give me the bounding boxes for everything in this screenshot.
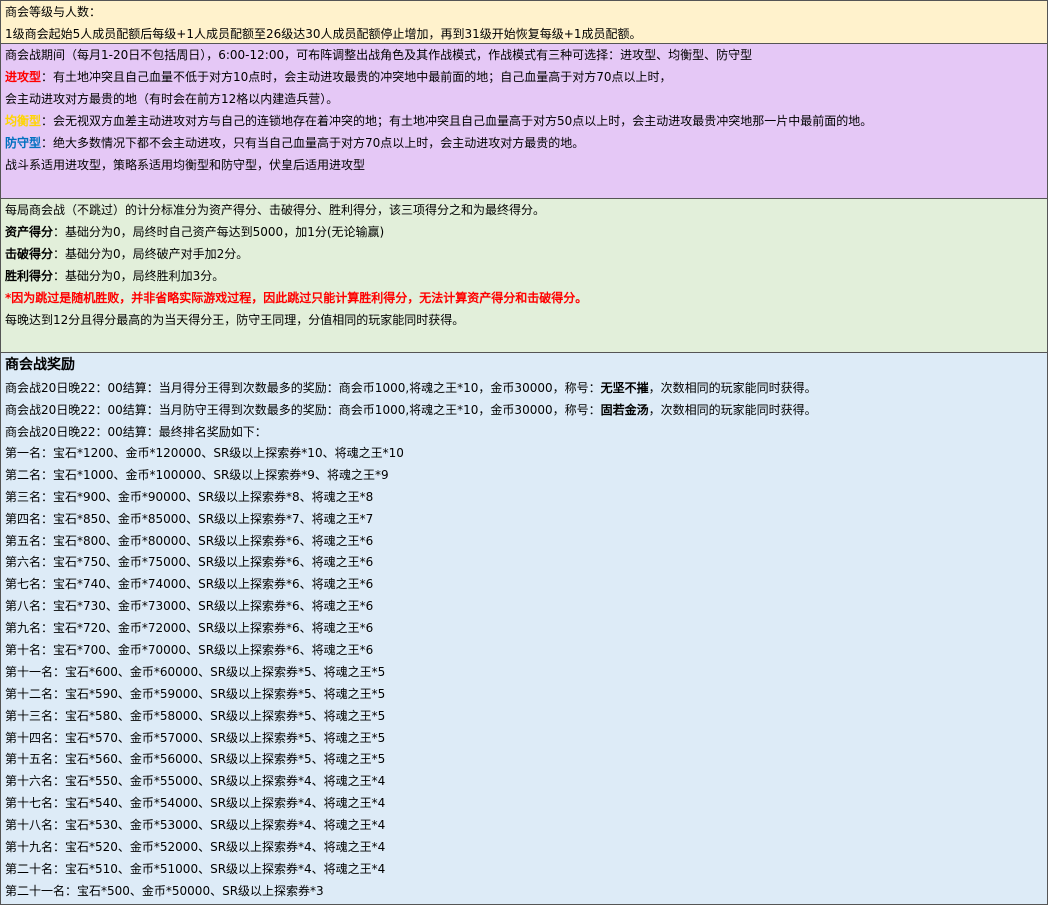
win-score-line: 胜利得分：基础分为0，局终胜利加3分。 (5, 265, 1043, 287)
rank-reward-row: 第十八名：宝石*530、金币*53000、SR级以上探索券*4、将魂之王*4 (5, 818, 386, 833)
balance-mode-line: 均衡型：会无视双方血差主动进攻对方与自己的连锁地存在着冲突的地；有土地冲突且自己… (5, 110, 1043, 132)
guild-level-heading: 商会等级与人数： (5, 5, 102, 19)
rank-reward-row: 第十一名：宝石*600、金币*60000、SR级以上探索券*5、将魂之王*5 (5, 664, 386, 679)
scoring-intro: 每局商会战（不跳过）的计分标准分为资产得分、击破得分、胜利得分，该三项得分之和为… (5, 203, 546, 217)
guild-level-section: 商会等级与人数： 1级商会起始5人成员配额后每级+1人成员配额至26级达30人成… (0, 0, 1048, 44)
defense-mode-label: 防守型 (5, 136, 42, 150)
score-king-reward: 商会战20日晚22：00结算：当月得分王得到次数最多的奖励：商会币1000,将魂… (5, 377, 1043, 399)
rewards-section: 商会战奖励 商会战20日晚22：00结算：当月得分王得到次数最多的奖励：商会币1… (0, 352, 1048, 905)
defense-king-reward-tail: ，次数相同的玩家能同时获得。 (648, 403, 817, 417)
defense-mode-text: ：绝大多数情况下都不会主动进攻，只有当自己血量高于对方70点以上时，会主动进攻对… (41, 136, 585, 150)
rewards-title: 商会战奖励 (5, 357, 75, 373)
break-score-text: ：基础分为0，局终破产对手加2分。 (53, 247, 249, 261)
mode-recommendation: 战斗系适用进攻型，策略系适用均衡型和防守型，伏皇后适用进攻型 (5, 158, 366, 172)
skip-warning: *因为跳过是随机胜败，并非省略实际游戏过程，因此跳过只能计算胜利得分，无法计算资… (5, 291, 588, 305)
rank-reward-row: 第四名：宝石*850、金币*85000、SR级以上探索券*7、将魂之王*7 (5, 511, 374, 526)
document-sheet: 商会等级与人数： 1级商会起始5人成员配额后每级+1人成员配额至26级达30人成… (0, 0, 1048, 905)
rank-reward-row: 第十四名：宝石*570、金币*57000、SR级以上探索券*5、将魂之王*5 (5, 730, 386, 745)
rank-reward-row: 第十名：宝石*700、金币*70000、SR级以上探索券*6、将魂之王*6 (5, 643, 374, 658)
rank-reward-row: 第六名：宝石*750、金币*75000、SR级以上探索券*6、将魂之王*6 (5, 555, 374, 570)
rank-reward-row: 第十二名：宝石*590、金币*59000、SR级以上探索券*5、将魂之王*5 (5, 686, 386, 701)
rank-reward-row: 第三名：宝石*900、金币*90000、SR级以上探索券*8、将魂之王*8 (5, 489, 374, 504)
break-score-label: 击破得分 (5, 247, 54, 261)
rank-reward-row: 第十九名：宝石*520、金币*52000、SR级以上探索券*4、将魂之王*4 (5, 840, 386, 855)
rank-reward-row: 第十七名：宝石*540、金币*54000、SR级以上探索券*4、将魂之王*4 (5, 796, 386, 811)
defense-mode-line: 防守型：绝大多数情况下都不会主动进攻，只有当自己血量高于对方70点以上时，会主动… (5, 132, 1043, 154)
break-score-line: 击破得分：基础分为0，局终破产对手加2分。 (5, 243, 1043, 265)
score-king-reward-tail: ，次数相同的玩家能同时获得。 (648, 381, 817, 395)
rank-reward-row: 第五名：宝石*800、金币*80000、SR级以上探索券*6、将魂之王*6 (5, 533, 374, 548)
balance-mode-text: ：会无视双方血差主动进攻对方与自己的连锁地存在着冲突的地；有土地冲突且自己血量高… (41, 114, 873, 128)
battle-period-text: 商会战期间（每月1-20日不包括周日），6:00-12:00，可布阵调整出战角色… (5, 48, 753, 62)
battle-mode-section: 商会战期间（每月1-20日不包括周日），6:00-12:00，可布阵调整出战角色… (0, 43, 1048, 199)
rank-reward-row: 第七名：宝石*740、金币*74000、SR级以上探索券*6、将魂之王*6 (5, 577, 374, 592)
score-king-reward-text: 商会战20日晚22：00结算：当月得分王得到次数最多的奖励：商会币1000,将魂… (5, 381, 601, 395)
rank-reward-row: 第九名：宝石*720、金币*72000、SR级以上探索券*6、将魂之王*6 (5, 621, 374, 636)
rank-reward-row: 第二十名：宝石*510、金币*51000、SR级以上探索券*4、将魂之王*4 (5, 861, 386, 876)
asset-score-label: 资产得分 (5, 225, 54, 239)
rank-reward-row: 第十三名：宝石*580、金币*58000、SR级以上探索券*5、将魂之王*5 (5, 708, 386, 723)
defense-king-title: 固若金汤 (600, 403, 649, 417)
attack-mode-line-2: 会主动进攻对方最贵的地（有时会在前方12格以内建造兵营）。 (5, 92, 339, 106)
score-king-title: 无坚不摧 (600, 381, 649, 395)
defense-king-reward-text: 商会战20日晚22：00结算：当月防守王得到次数最多的奖励：商会币1000,将魂… (5, 403, 601, 417)
balance-mode-label: 均衡型 (5, 114, 42, 128)
daily-king-rule: 每晚达到12分且得分最高的为当天得分王，防守王同理，分值相同的玩家能同时获得。 (5, 313, 465, 327)
defense-king-reward: 商会战20日晚22：00结算：当月防守王得到次数最多的奖励：商会币1000,将魂… (5, 399, 1043, 421)
rank-reward-row: 第二名：宝石*1000、金币*100000、SR级以上探索券*9、将魂之王*9 (5, 467, 389, 482)
scoring-section: 每局商会战（不跳过）的计分标准分为资产得分、击破得分、胜利得分，该三项得分之和为… (0, 198, 1048, 353)
win-score-text: ：基础分为0，局终胜利加3分。 (53, 269, 225, 283)
attack-mode-label: 进攻型 (5, 70, 42, 84)
attack-mode-text: ：有土地冲突且自己血量不低于对方10点时，会主动进攻最贵的冲突地中最前面的地；自… (41, 70, 672, 84)
asset-score-line: 资产得分：基础分为0，局终时自己资产每达到5000，加1分(无论输赢) (5, 221, 1043, 243)
rank-reward-row: 第一名：宝石*1200、金币*120000、SR级以上探索券*10、将魂之王*1… (5, 446, 404, 460)
rank-reward-row: 第十六名：宝石*550、金币*55000、SR级以上探索券*4、将魂之王*4 (5, 774, 386, 789)
win-score-label: 胜利得分 (5, 269, 54, 283)
guild-level-rule: 1级商会起始5人成员配额后每级+1人成员配额至26级达30人成员配额停止增加，再… (5, 27, 642, 41)
rank-reward-row: 第二十一名：宝石*500、金币*50000、SR级以上探索券*3 (5, 883, 324, 898)
ranking-reward-intro: 商会战20日晚22：00结算：最终排名奖励如下： (5, 425, 267, 439)
rank-reward-row: 第十五名：宝石*560、金币*56000、SR级以上探索券*5、将魂之王*5 (5, 752, 386, 767)
attack-mode-line: 进攻型：有土地冲突且自己血量不低于对方10点时，会主动进攻最贵的冲突地中最前面的… (5, 66, 1043, 88)
rank-reward-row: 第八名：宝石*730、金币*73000、SR级以上探索券*6、将魂之王*6 (5, 599, 374, 614)
asset-score-text: ：基础分为0，局终时自己资产每达到5000，加1分(无论输赢) (53, 225, 385, 239)
